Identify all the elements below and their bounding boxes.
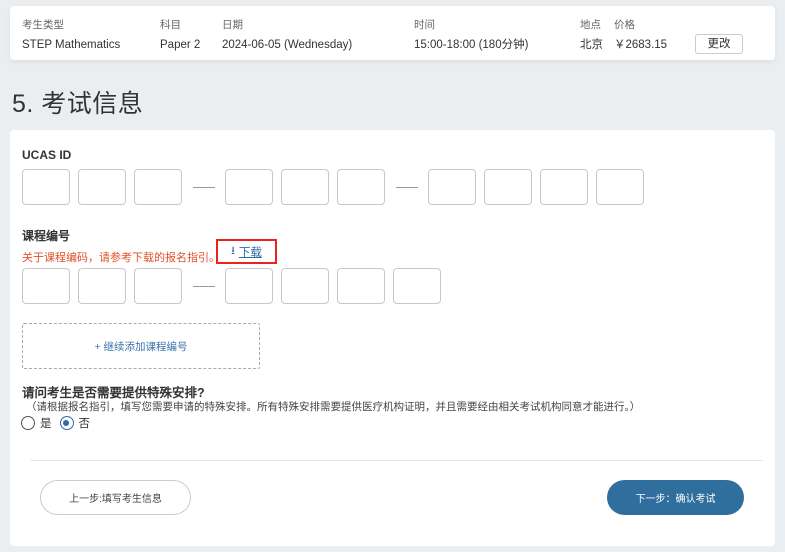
section-title: 5. 考试信息 <box>12 90 144 118</box>
summary-time: 时间 15:00-18:00 (180分钟) <box>414 18 528 52</box>
ucas-id-digit-3[interactable] <box>134 169 182 205</box>
summary-value: 2024-06-05 (Wednesday) <box>222 39 353 51</box>
add-course-code-label: + 继续添加课程编号 <box>94 340 188 353</box>
separator-dash <box>193 285 215 287</box>
summary-value: STEP Mathematics <box>22 39 121 51</box>
ucas-id-digit-1[interactable] <box>22 169 70 205</box>
ucas-id-digit-8[interactable] <box>484 169 532 205</box>
ucas-id-digit-2[interactable] <box>78 169 126 205</box>
summary-label: 考生类型 <box>22 19 64 31</box>
summary-label: 价格 <box>614 19 635 31</box>
download-guide-link[interactable]: ⭳ 下载 <box>216 239 277 264</box>
ucas-id-digit-5[interactable] <box>281 169 329 205</box>
summary-value: ￥2683.15 <box>614 39 668 51</box>
course-code-digit-6[interactable] <box>337 268 385 304</box>
download-icon: ⭳ <box>231 245 235 257</box>
previous-step-label: 上一步:填写考生信息 <box>69 494 162 505</box>
ucas-id-digit-10[interactable] <box>596 169 644 205</box>
summary-location: 地点 北京 <box>580 18 603 52</box>
separator-dash <box>193 186 215 188</box>
summary-value: 北京 <box>580 39 603 51</box>
summary-date: 日期 2024-06-05 (Wednesday) <box>222 18 352 52</box>
special-arrangement-note: （请根据报名指引，填写您需要申请的特殊安排。所有特殊安排需要提供医疗机构证明，并… <box>26 401 641 413</box>
summary-value: Paper 2 <box>160 39 201 51</box>
summary-value: 15:00-18:00 (180分钟) <box>414 39 529 51</box>
separator-dash <box>396 186 418 188</box>
radio-yes-label: 是 <box>40 418 52 430</box>
add-course-code-button[interactable]: + 继续添加课程编号 <box>22 323 260 369</box>
ucas-id-digit-9[interactable] <box>540 169 588 205</box>
summary-label: 日期 <box>222 19 243 31</box>
course-code-digit-2[interactable] <box>78 268 126 304</box>
ucas-id-label: UCAS ID <box>22 148 72 162</box>
course-code-digit-4[interactable] <box>225 268 273 304</box>
summary-label: 科目 <box>160 19 181 31</box>
summary-label: 地点 <box>580 19 601 31</box>
course-code-hint: 关于课程编码，请参考下载的报名指引。 <box>22 252 220 264</box>
course-code-digit-7[interactable] <box>393 268 441 304</box>
change-button[interactable]: 更改 <box>695 34 743 54</box>
course-code-digit-1[interactable] <box>22 268 70 304</box>
course-code-digit-3[interactable] <box>134 268 182 304</box>
exam-summary-card: 考生类型 STEP Mathematics 科目 Paper 2 日期 2024… <box>10 6 775 60</box>
next-step-button[interactable]: 下一步：确认考试 <box>607 480 744 515</box>
ucas-id-inputs <box>22 169 652 205</box>
radio-no[interactable] <box>59 416 74 430</box>
course-code-digit-5[interactable] <box>281 268 329 304</box>
exam-info-form: UCAS ID 课程编号 关于课程编码，请参考下载的报名指引。 ⭳ 下载 + 继… <box>10 130 775 546</box>
summary-subject: 科目 Paper 2 <box>160 18 200 52</box>
download-label: 下载 <box>238 246 262 259</box>
previous-step-button[interactable]: 上一步:填写考生信息 <box>40 480 191 515</box>
divider <box>30 460 763 461</box>
special-arrangement-options: 是 否 <box>21 415 98 431</box>
summary-price: 价格 ￥2683.15 <box>614 18 667 52</box>
course-code-inputs <box>22 268 449 304</box>
radio-no-label: 否 <box>78 418 91 430</box>
summary-candidate-type: 考生类型 STEP Mathematics <box>22 18 120 52</box>
summary-label: 时间 <box>414 19 435 31</box>
course-code-label: 课程编号 <box>22 229 71 243</box>
next-step-label: 下一步：确认考试 <box>635 494 716 505</box>
ucas-id-digit-6[interactable] <box>337 169 385 205</box>
radio-yes[interactable] <box>21 416 35 430</box>
ucas-id-digit-7[interactable] <box>428 169 476 205</box>
ucas-id-digit-4[interactable] <box>225 169 273 205</box>
